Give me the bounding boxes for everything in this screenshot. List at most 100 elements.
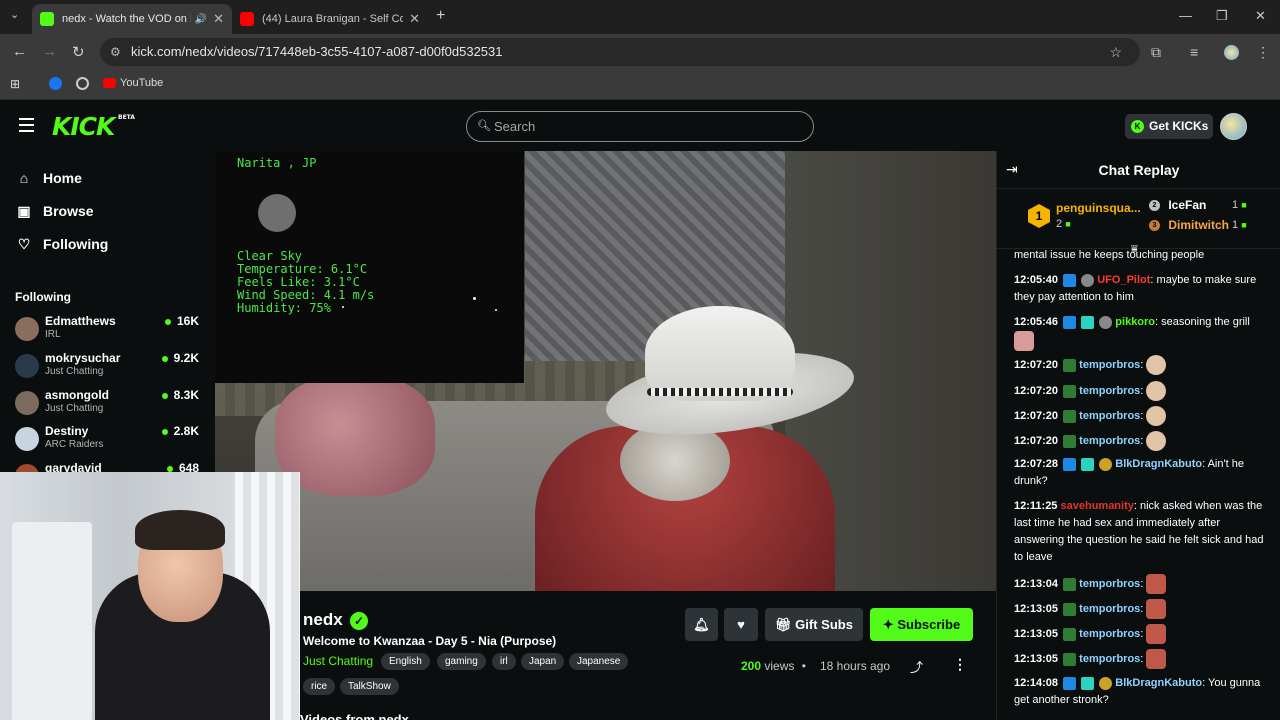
apps-grid-icon[interactable]: ⊞ [10, 77, 20, 91]
follow-heart-button[interactable]: ♥ [724, 608, 758, 641]
chat-username[interactable]: BlkDragnKabuto [1115, 677, 1202, 689]
back-icon[interactable]: ← [12, 43, 27, 60]
chat-message: 12:13:05 temporbros: [1014, 649, 1264, 669]
gifter-badge-icon [1063, 384, 1077, 398]
followed-channel[interactable]: asmongold Just Chatting 8.3K [15, 388, 205, 420]
site-info-icon[interactable]: ⚙ [110, 38, 121, 66]
video-title: Welcome to Kwanzaa - Day 5 - Nia (Purpos… [303, 634, 557, 648]
chat-message: 12:05:46 pikkoro: seasoning the grill [1014, 314, 1264, 351]
timestamp: 12:13:05 [1014, 602, 1059, 615]
reload-icon[interactable]: ↻ [72, 43, 85, 61]
star-dot [342, 306, 344, 308]
bookmark-facebook[interactable] [49, 77, 62, 90]
chat-title: Chat Replay [1098, 162, 1180, 178]
gift-subs-label: Gift Subs [795, 617, 853, 632]
chat-username[interactable]: temporbros [1079, 628, 1140, 640]
verified-icon: ✓ [350, 612, 368, 630]
chat-username[interactable]: temporbros [1079, 410, 1140, 422]
chat-message: 12:07:20 temporbros: [1014, 431, 1264, 451]
sidebar-item-browse[interactable]: ▣ Browse [16, 201, 94, 221]
leaderboard-first-name[interactable]: penguinsqua... [1056, 201, 1141, 215]
search-icon: 🔍︎ [477, 120, 491, 132]
sidebar-item-label: Following [43, 236, 109, 252]
sidebar-item-home[interactable]: ⌂ Home [16, 168, 82, 188]
facecam-hair [135, 510, 225, 550]
minimize-icon[interactable]: — [1179, 8, 1192, 23]
notification-bell-button[interactable]: 🔔︎ [685, 608, 718, 641]
emote-icon [1146, 599, 1167, 619]
site-header: KICK BETA 🔍︎ Search K Get KICKs [0, 101, 1280, 151]
menu-kebab-icon[interactable]: ⋮ [1256, 44, 1270, 61]
tag[interactable]: Japanese [569, 653, 629, 670]
chat-username[interactable]: temporbros [1079, 385, 1140, 397]
streamer-name[interactable]: nedx [303, 610, 343, 630]
gifter-badge-icon [1063, 409, 1077, 423]
profile-icon[interactable] [1224, 45, 1239, 60]
followed-channel[interactable]: Edmatthews IRL 16K [15, 314, 205, 346]
bookmark-star-icon[interactable]: ☆ [1109, 38, 1122, 66]
sidebar-item-label: Browse [43, 203, 94, 219]
sidebar-item-label: Home [43, 170, 82, 186]
chat-username[interactable]: temporbros [1079, 653, 1140, 665]
url-bar[interactable]: ⚙ kick.com/nedx/videos/717448eb-3c55-410… [100, 38, 1140, 66]
tag[interactable]: Japan [521, 653, 565, 670]
gift-subs-button[interactable]: 🎁︎ Gift Subs [765, 608, 863, 641]
tab-youtube[interactable]: (44) Laura Branigan - Self Control ✕ [232, 4, 428, 34]
globe-icon [76, 77, 89, 90]
close-tab-icon[interactable]: ✕ [409, 11, 420, 27]
chat-username[interactable]: savehumanity [1061, 500, 1134, 512]
close-tab-icon[interactable]: ✕ [213, 11, 224, 27]
gift-leaderboard: 1 penguinsqua... 2 ■ 2 IceFan 1 ■ 3 Dimi… [997, 189, 1280, 249]
chat-username[interactable]: UFO_Pilot [1097, 274, 1150, 286]
bookmark-globe[interactable] [76, 77, 89, 90]
chat-message: 12:07:20 temporbros: [1014, 355, 1264, 375]
rank-3-medal-icon: 3 [1149, 220, 1160, 232]
tab-search-icon[interactable]: ⌄ [10, 8, 19, 21]
weather-details: Clear Sky Temperature: 6.1°C Feels Like:… [237, 250, 374, 315]
sidebar-item-following[interactable]: ♡ Following [16, 234, 109, 254]
kick-logo[interactable]: KICK BETA [52, 112, 135, 141]
tag[interactable]: English [381, 653, 430, 670]
search-input[interactable]: 🔍︎ Search [466, 111, 814, 142]
view-count: 200 views • [741, 659, 806, 673]
tag[interactable]: irl [492, 653, 516, 670]
weather-humidity: Humidity: 75% [237, 301, 331, 315]
new-tab-icon[interactable]: + [436, 7, 445, 25]
tag[interactable]: rice [303, 678, 336, 695]
leaderboard-second[interactable]: 2 IceFan [1149, 198, 1206, 212]
chat-username[interactable]: temporbros [1079, 603, 1140, 615]
chat-username[interactable]: temporbros [1079, 359, 1140, 371]
hamburger-menu-icon[interactable] [19, 118, 34, 132]
video-player[interactable]: Narita , JP Clear Sky Temperature: 6.1°C… [215, 151, 996, 591]
followed-channel[interactable]: mokrysuchar Just Chatting 9.2K [15, 351, 205, 383]
bookmark-youtube[interactable]: YouTube [103, 77, 163, 89]
channel-name: asmongold [45, 388, 110, 402]
more-options-icon[interactable]: ⋮ [953, 656, 967, 673]
channel-category: ARC Raiders [45, 439, 104, 450]
emote-icon [1146, 381, 1167, 401]
tag[interactable]: TalkShow [340, 678, 399, 695]
home-icon: ⌂ [19, 170, 29, 186]
close-window-icon[interactable]: ✕ [1255, 8, 1266, 24]
category-link[interactable]: Just Chatting [303, 654, 373, 668]
chat-username[interactable]: temporbros [1079, 435, 1140, 447]
user-avatar[interactable] [1220, 113, 1247, 140]
forward-icon[interactable]: → [42, 43, 57, 60]
chat-username[interactable]: pikkoro [1115, 316, 1155, 328]
tag[interactable]: gaming [437, 653, 486, 670]
message-text: seasoning the grill [1161, 316, 1250, 328]
get-kicks-button[interactable]: K Get KICKs [1125, 114, 1213, 139]
audio-icon[interactable]: 🔊 [195, 14, 207, 25]
chat-username[interactable]: BlkDragnKabuto [1115, 458, 1202, 470]
subscribe-button[interactable]: ✦ Subscribe [870, 608, 973, 641]
tab-kick[interactable]: nedx - Watch the VOD on Kick 🔊 ✕ [32, 4, 232, 34]
extensions-icon[interactable]: ⧉ [1151, 44, 1161, 61]
media-control-icon[interactable]: ≡ [1190, 44, 1198, 60]
share-icon[interactable]: ⤴ [910, 657, 923, 676]
leaderboard-third[interactable]: 3 Dimitwitch [1149, 218, 1229, 232]
tab-title: nedx - Watch the VOD on Kick [62, 13, 191, 25]
followed-channel[interactable]: Destiny ARC Raiders 2.8K [15, 424, 205, 456]
gift-count: 2 [1056, 218, 1063, 230]
chat-username[interactable]: temporbros [1079, 578, 1140, 590]
maximize-icon[interactable]: ❐ [1216, 8, 1228, 24]
